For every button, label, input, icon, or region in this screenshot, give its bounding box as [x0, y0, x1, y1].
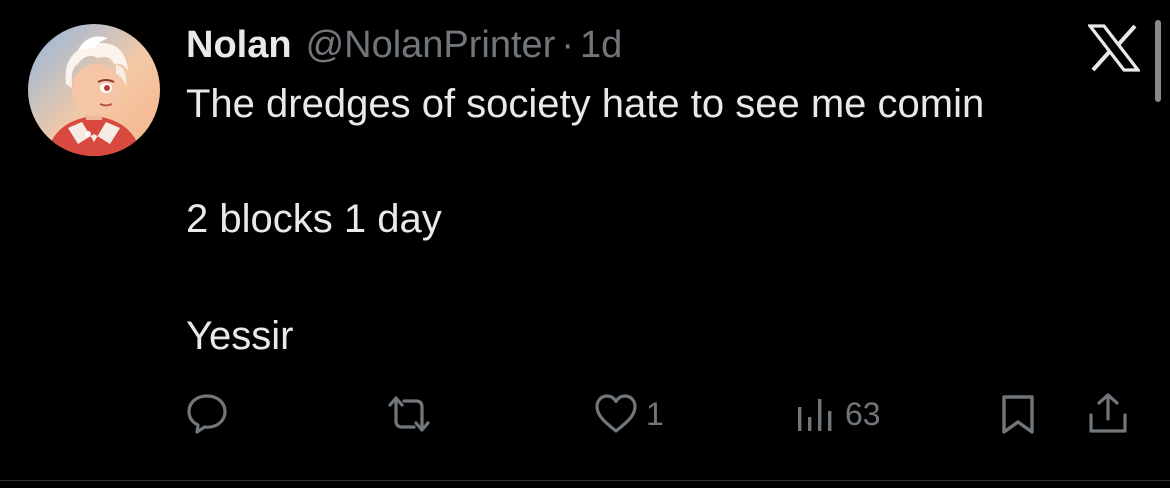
tweet-text-line-1: The dredges of society hate to see me co… — [186, 82, 985, 126]
speech-bubble-icon — [184, 391, 230, 437]
avatar[interactable] — [28, 24, 160, 156]
author-handle[interactable]: @NolanPrinter — [306, 22, 556, 68]
author-name[interactable]: Nolan — [186, 22, 292, 68]
tweet-text-line-2: 2 blocks 1 day — [186, 197, 442, 241]
bar-chart-icon — [795, 391, 839, 437]
retweet-button[interactable] — [384, 388, 434, 440]
tweet-text-line-3: Yessir — [186, 314, 294, 358]
share-button[interactable] — [1084, 388, 1132, 440]
bookmark-button[interactable] — [996, 388, 1040, 440]
views-count: 63 — [845, 396, 881, 432]
tweet-card[interactable]: Nolan @NolanPrinter · 1d The dredges of … — [0, 0, 1170, 480]
scrollbar[interactable] — [1155, 20, 1161, 102]
heart-icon — [592, 391, 640, 437]
like-button[interactable]: 1 — [592, 388, 664, 440]
timestamp[interactable]: 1d — [580, 22, 622, 68]
divider — [0, 480, 1170, 481]
views-button[interactable]: 63 — [795, 388, 881, 440]
share-icon — [1084, 391, 1132, 437]
avatar-image — [28, 24, 160, 156]
retweet-icon — [384, 391, 434, 437]
tweet-header: Nolan @NolanPrinter · 1d — [186, 22, 622, 68]
bookmark-icon — [996, 391, 1040, 437]
like-count: 1 — [646, 396, 664, 432]
separator-dot: · — [561, 24, 575, 66]
x-logo-icon[interactable] — [1086, 24, 1142, 72]
reply-button[interactable] — [184, 388, 230, 440]
